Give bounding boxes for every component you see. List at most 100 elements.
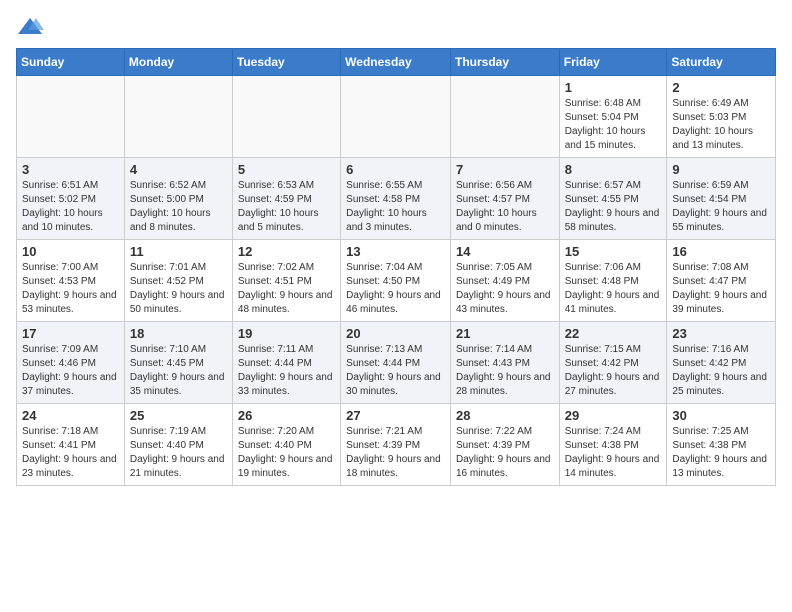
cell-text: Sunrise: 7:14 AM Sunset: 4:43 PM Dayligh… bbox=[456, 343, 554, 399]
calendar-cell: 22 Sunrise: 7:15 AM Sunset: 4:42 PM Dayli… bbox=[559, 322, 667, 404]
calendar-cell: 30Sunrise: 7:25 AM Sunset: 4:38 PM Dayli… bbox=[667, 404, 776, 486]
logo-icon bbox=[16, 16, 44, 38]
cell-text: Sunrise: 7:15 AM Sunset: 4:42 PM Dayligh… bbox=[565, 343, 662, 399]
calendar-cell: 2 Sunrise: 6:49 AM Sunset: 5:03 PM Daylig… bbox=[667, 76, 776, 158]
day-number: 12 bbox=[238, 244, 335, 259]
cell-text: Sunrise: 7:24 AM Sunset: 4:38 PM Dayligh… bbox=[565, 425, 662, 481]
day-number: 15 bbox=[565, 244, 662, 259]
calendar-cell: 17 Sunrise: 7:09 AM Sunset: 4:46 PM Dayli… bbox=[17, 322, 125, 404]
day-number: 8 bbox=[565, 162, 662, 177]
day-number: 21 bbox=[456, 326, 554, 341]
calendar-cell: 7 Sunrise: 6:56 AM Sunset: 4:57 PM Daylig… bbox=[450, 158, 559, 240]
weekday-header: Saturday bbox=[667, 49, 776, 76]
day-number: 29 bbox=[565, 408, 662, 423]
day-number: 18 bbox=[130, 326, 227, 341]
calendar-cell: 24 Sunrise: 7:18 AM Sunset: 4:41 PM Dayli… bbox=[17, 404, 125, 486]
calendar-cell: 19 Sunrise: 7:11 AM Sunset: 4:44 PM Dayli… bbox=[232, 322, 340, 404]
calendar-cell: 27 Sunrise: 7:21 AM Sunset: 4:39 PM Dayli… bbox=[341, 404, 451, 486]
cell-text: Sunrise: 7:10 AM Sunset: 4:45 PM Dayligh… bbox=[130, 343, 227, 399]
day-number: 7 bbox=[456, 162, 554, 177]
calendar-cell: 5 Sunrise: 6:53 AM Sunset: 4:59 PM Daylig… bbox=[232, 158, 340, 240]
cell-text: Sunrise: 7:05 AM Sunset: 4:49 PM Dayligh… bbox=[456, 261, 554, 317]
day-number: 3 bbox=[22, 162, 119, 177]
day-number: 10 bbox=[22, 244, 119, 259]
cell-text: Sunrise: 6:52 AM Sunset: 5:00 PM Dayligh… bbox=[130, 179, 227, 235]
calendar-cell: 10 Sunrise: 7:00 AM Sunset: 4:53 PM Dayli… bbox=[17, 240, 125, 322]
cell-text: Sunrise: 7:22 AM Sunset: 4:39 PM Dayligh… bbox=[456, 425, 554, 481]
cell-text: Sunrise: 6:48 AM Sunset: 5:04 PM Dayligh… bbox=[565, 97, 662, 153]
cell-text: Sunrise: 6:55 AM Sunset: 4:58 PM Dayligh… bbox=[346, 179, 445, 235]
cell-text: Sunrise: 6:49 AM Sunset: 5:03 PM Dayligh… bbox=[672, 97, 770, 153]
calendar-cell bbox=[124, 76, 232, 158]
day-number: 24 bbox=[22, 408, 119, 423]
calendar-cell: 4 Sunrise: 6:52 AM Sunset: 5:00 PM Daylig… bbox=[124, 158, 232, 240]
calendar-cell: 6 Sunrise: 6:55 AM Sunset: 4:58 PM Daylig… bbox=[341, 158, 451, 240]
day-number: 16 bbox=[672, 244, 770, 259]
calendar-cell: 28 Sunrise: 7:22 AM Sunset: 4:39 PM Dayli… bbox=[450, 404, 559, 486]
cell-text: Sunrise: 7:11 AM Sunset: 4:44 PM Dayligh… bbox=[238, 343, 335, 399]
day-number: 20 bbox=[346, 326, 445, 341]
cell-text: Sunrise: 7:20 AM Sunset: 4:40 PM Dayligh… bbox=[238, 425, 335, 481]
cell-text: Sunrise: 7:13 AM Sunset: 4:44 PM Dayligh… bbox=[346, 343, 445, 399]
cell-text: Sunrise: 6:59 AM Sunset: 4:54 PM Dayligh… bbox=[672, 179, 770, 235]
cell-text: Sunrise: 7:06 AM Sunset: 4:48 PM Dayligh… bbox=[565, 261, 662, 317]
weekday-header: Wednesday bbox=[341, 49, 451, 76]
calendar-cell: 26 Sunrise: 7:20 AM Sunset: 4:40 PM Dayli… bbox=[232, 404, 340, 486]
page-header bbox=[16, 16, 776, 38]
cell-text: Sunrise: 6:56 AM Sunset: 4:57 PM Dayligh… bbox=[456, 179, 554, 235]
cell-text: Sunrise: 7:08 AM Sunset: 4:47 PM Dayligh… bbox=[672, 261, 770, 317]
day-number: 22 bbox=[565, 326, 662, 341]
calendar-cell: 15 Sunrise: 7:06 AM Sunset: 4:48 PM Dayli… bbox=[559, 240, 667, 322]
cell-text: Sunrise: 7:00 AM Sunset: 4:53 PM Dayligh… bbox=[22, 261, 119, 317]
cell-text: Sunrise: 6:57 AM Sunset: 4:55 PM Dayligh… bbox=[565, 179, 662, 235]
calendar-cell: 14 Sunrise: 7:05 AM Sunset: 4:49 PM Dayli… bbox=[450, 240, 559, 322]
day-number: 26 bbox=[238, 408, 335, 423]
calendar-table: SundayMondayTuesdayWednesdayThursdayFrid… bbox=[16, 48, 776, 486]
weekday-header: Tuesday bbox=[232, 49, 340, 76]
calendar-cell bbox=[341, 76, 451, 158]
day-number: 5 bbox=[238, 162, 335, 177]
day-number: 2 bbox=[672, 80, 770, 95]
calendar-cell: 16 Sunrise: 7:08 AM Sunset: 4:47 PM Dayli… bbox=[667, 240, 776, 322]
weekday-header: Friday bbox=[559, 49, 667, 76]
calendar-cell bbox=[232, 76, 340, 158]
calendar-cell bbox=[450, 76, 559, 158]
calendar-cell: 20 Sunrise: 7:13 AM Sunset: 4:44 PM Dayli… bbox=[341, 322, 451, 404]
day-number: 23 bbox=[672, 326, 770, 341]
cell-text: Sunrise: 7:02 AM Sunset: 4:51 PM Dayligh… bbox=[238, 261, 335, 317]
weekday-header: Monday bbox=[124, 49, 232, 76]
logo bbox=[16, 16, 48, 38]
day-number: 4 bbox=[130, 162, 227, 177]
day-number: 27 bbox=[346, 408, 445, 423]
cell-text: Sunrise: 7:25 AM Sunset: 4:38 PM Dayligh… bbox=[672, 425, 770, 481]
day-number: 11 bbox=[130, 244, 227, 259]
cell-text: Sunrise: 7:18 AM Sunset: 4:41 PM Dayligh… bbox=[22, 425, 119, 481]
cell-text: Sunrise: 6:51 AM Sunset: 5:02 PM Dayligh… bbox=[22, 179, 119, 235]
weekday-header: Sunday bbox=[17, 49, 125, 76]
day-number: 6 bbox=[346, 162, 445, 177]
cell-text: Sunrise: 7:09 AM Sunset: 4:46 PM Dayligh… bbox=[22, 343, 119, 399]
cell-text: Sunrise: 7:01 AM Sunset: 4:52 PM Dayligh… bbox=[130, 261, 227, 317]
calendar-cell: 25 Sunrise: 7:19 AM Sunset: 4:40 PM Dayli… bbox=[124, 404, 232, 486]
cell-text: Sunrise: 7:19 AM Sunset: 4:40 PM Dayligh… bbox=[130, 425, 227, 481]
calendar-cell: 29 Sunrise: 7:24 AM Sunset: 4:38 PM Dayli… bbox=[559, 404, 667, 486]
calendar-cell: 1 Sunrise: 6:48 AM Sunset: 5:04 PM Daylig… bbox=[559, 76, 667, 158]
day-number: 25 bbox=[130, 408, 227, 423]
cell-text: Sunrise: 7:16 AM Sunset: 4:42 PM Dayligh… bbox=[672, 343, 770, 399]
calendar-cell: 21 Sunrise: 7:14 AM Sunset: 4:43 PM Dayli… bbox=[450, 322, 559, 404]
day-number: 28 bbox=[456, 408, 554, 423]
weekday-header: Thursday bbox=[450, 49, 559, 76]
day-number: 1 bbox=[565, 80, 662, 95]
day-number: 14 bbox=[456, 244, 554, 259]
cell-text: Sunrise: 6:53 AM Sunset: 4:59 PM Dayligh… bbox=[238, 179, 335, 235]
cell-text: Sunrise: 7:21 AM Sunset: 4:39 PM Dayligh… bbox=[346, 425, 445, 481]
calendar-cell: 8 Sunrise: 6:57 AM Sunset: 4:55 PM Daylig… bbox=[559, 158, 667, 240]
calendar-cell: 9 Sunrise: 6:59 AM Sunset: 4:54 PM Daylig… bbox=[667, 158, 776, 240]
day-number: 13 bbox=[346, 244, 445, 259]
calendar-cell: 11 Sunrise: 7:01 AM Sunset: 4:52 PM Dayli… bbox=[124, 240, 232, 322]
calendar-cell: 12 Sunrise: 7:02 AM Sunset: 4:51 PM Dayli… bbox=[232, 240, 340, 322]
day-number: 19 bbox=[238, 326, 335, 341]
day-number: 9 bbox=[672, 162, 770, 177]
day-number: 17 bbox=[22, 326, 119, 341]
calendar-cell bbox=[17, 76, 125, 158]
